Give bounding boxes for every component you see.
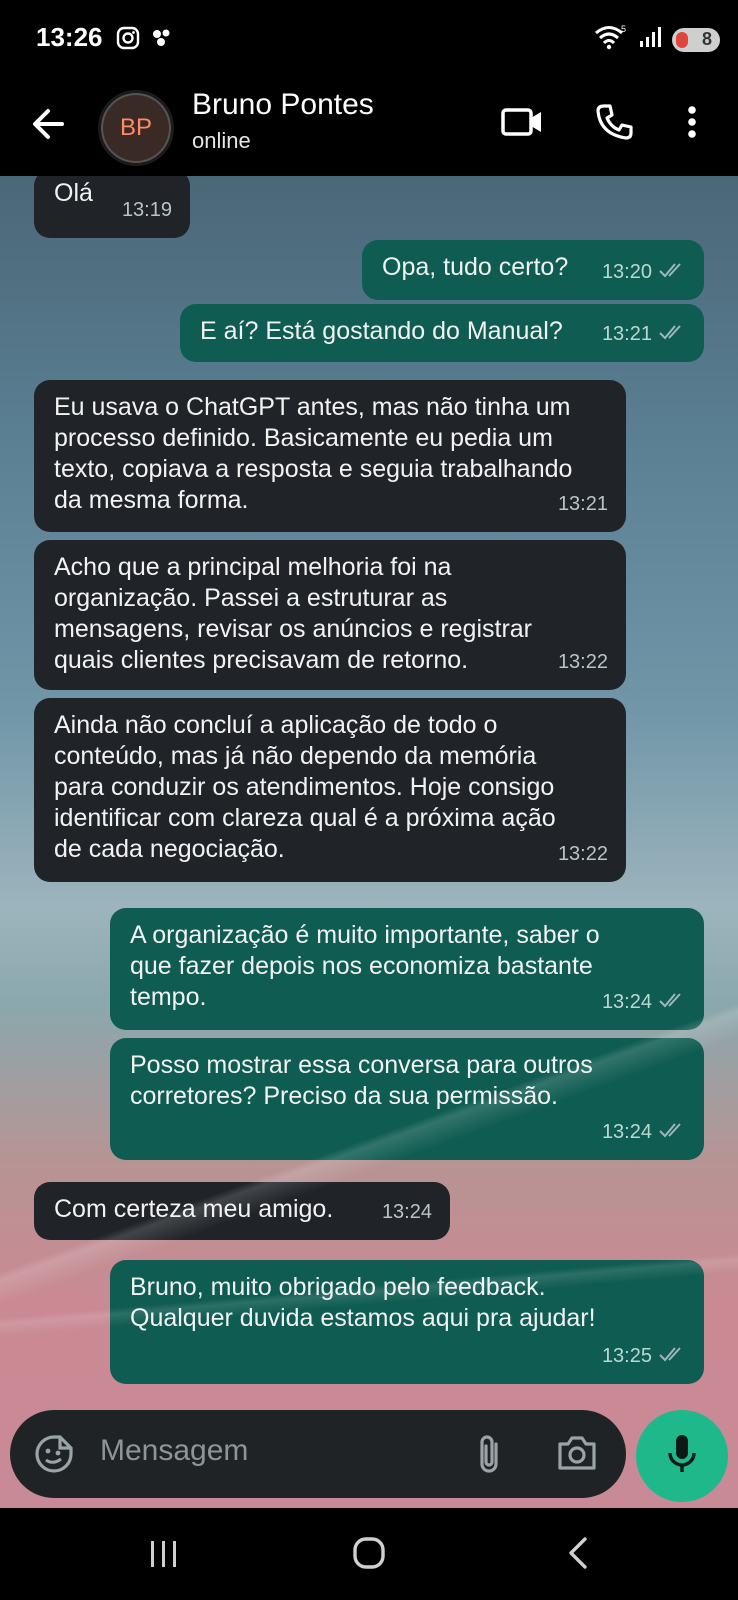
status-time: 13:26: [36, 22, 103, 52]
message-bubble[interactable]: Opa, tudo certo? 13:20: [362, 240, 704, 300]
battery-indicator: 8: [672, 27, 720, 52]
message-text: Eu usava o ChatGPT antes, mas não tinha …: [54, 393, 573, 514]
home-icon[interactable]: [352, 1536, 386, 1575]
message-text: Posso mostrar essa conversa para outros …: [130, 1051, 593, 1110]
message-bubble[interactable]: Olá 13:19: [34, 176, 190, 238]
battery-level: 8: [701, 29, 712, 49]
battery-charging-icon: [676, 31, 688, 48]
message-bubble[interactable]: A organização é muito importante, saber …: [110, 908, 704, 1030]
microphone-icon: [667, 1433, 697, 1480]
message-time: 13:19: [121, 199, 172, 221]
system-nav-bar: [0, 1508, 738, 1600]
nav-back-icon[interactable]: [566, 1536, 590, 1575]
message-bubble[interactable]: E aí? Está gostando do Manual? 13:21: [180, 304, 704, 362]
recent-apps-icon[interactable]: [148, 1538, 180, 1575]
message-bubble[interactable]: Posso mostrar essa conversa para outros …: [110, 1038, 704, 1160]
attach-icon[interactable]: [474, 1432, 504, 1481]
message-time: 13:25: [601, 1345, 652, 1367]
message-text: A organização é muito importante, saber …: [130, 921, 600, 1011]
message-text: Acho que a principal melhoria foi na org…: [54, 553, 533, 674]
message-bubble[interactable]: Eu usava o ChatGPT antes, mas não tinha …: [34, 380, 626, 532]
message-bubble[interactable]: Com certeza meu amigo. 13:24: [34, 1182, 450, 1240]
message-text: Com certeza meu amigo.: [54, 1195, 334, 1223]
video-call-icon[interactable]: [500, 104, 544, 145]
read-ticks-icon: [658, 257, 686, 288]
chat-messages[interactable]: Olá 13:19 Opa, tudo certo? 13:20 E aí? E…: [0, 176, 738, 1508]
message-time: 13:24: [381, 1201, 432, 1223]
message-time: 13:22: [557, 651, 608, 673]
avatar[interactable]: BP: [98, 90, 174, 166]
message-time: 13:20: [601, 261, 652, 283]
message-bubble[interactable]: Ainda não concluí a aplicação de todo o …: [34, 698, 626, 882]
instagram-icon: [116, 26, 140, 55]
read-ticks-icon: [658, 1341, 686, 1372]
emoji-sticker-icon[interactable]: [34, 1434, 74, 1479]
avatar-initials: BP: [119, 114, 152, 141]
message-time: 13:22: [557, 843, 608, 865]
wifi-icon: 5: [594, 24, 628, 55]
read-ticks-icon: [658, 987, 686, 1018]
message-text: Bruno, muito obrigado pelo feedback. Qua…: [130, 1273, 596, 1332]
message-input[interactable]: Mensagem: [100, 1434, 248, 1468]
svg-text:5: 5: [621, 24, 626, 34]
signal-icon: [638, 25, 662, 54]
read-ticks-icon: [658, 319, 686, 350]
message-text: Ainda não concluí a aplicação de todo o …: [54, 711, 556, 863]
voice-message-button[interactable]: [636, 1410, 728, 1502]
phone-call-icon[interactable]: [594, 102, 634, 147]
chat-header: BP Bruno Pontes online: [0, 78, 738, 176]
contact-name[interactable]: Bruno Pontes: [192, 88, 374, 122]
message-time: 13:24: [601, 991, 652, 1013]
notification-app-icon: [150, 26, 174, 55]
back-arrow-icon[interactable]: [28, 104, 68, 149]
message-time: 13:21: [601, 323, 652, 345]
read-ticks-icon: [658, 1117, 686, 1148]
message-time: 13:21: [557, 493, 608, 515]
more-options-icon[interactable]: [686, 102, 698, 147]
message-bubble[interactable]: Acho que a principal melhoria foi na org…: [34, 540, 626, 690]
message-input-bar[interactable]: Mensagem: [10, 1410, 626, 1498]
camera-icon[interactable]: [556, 1434, 598, 1477]
contact-status: online: [192, 128, 251, 153]
status-bar: 13:26 5 8: [0, 0, 738, 78]
message-time: 13:24: [601, 1121, 652, 1143]
message-bubble[interactable]: Bruno, muito obrigado pelo feedback. Qua…: [110, 1260, 704, 1384]
